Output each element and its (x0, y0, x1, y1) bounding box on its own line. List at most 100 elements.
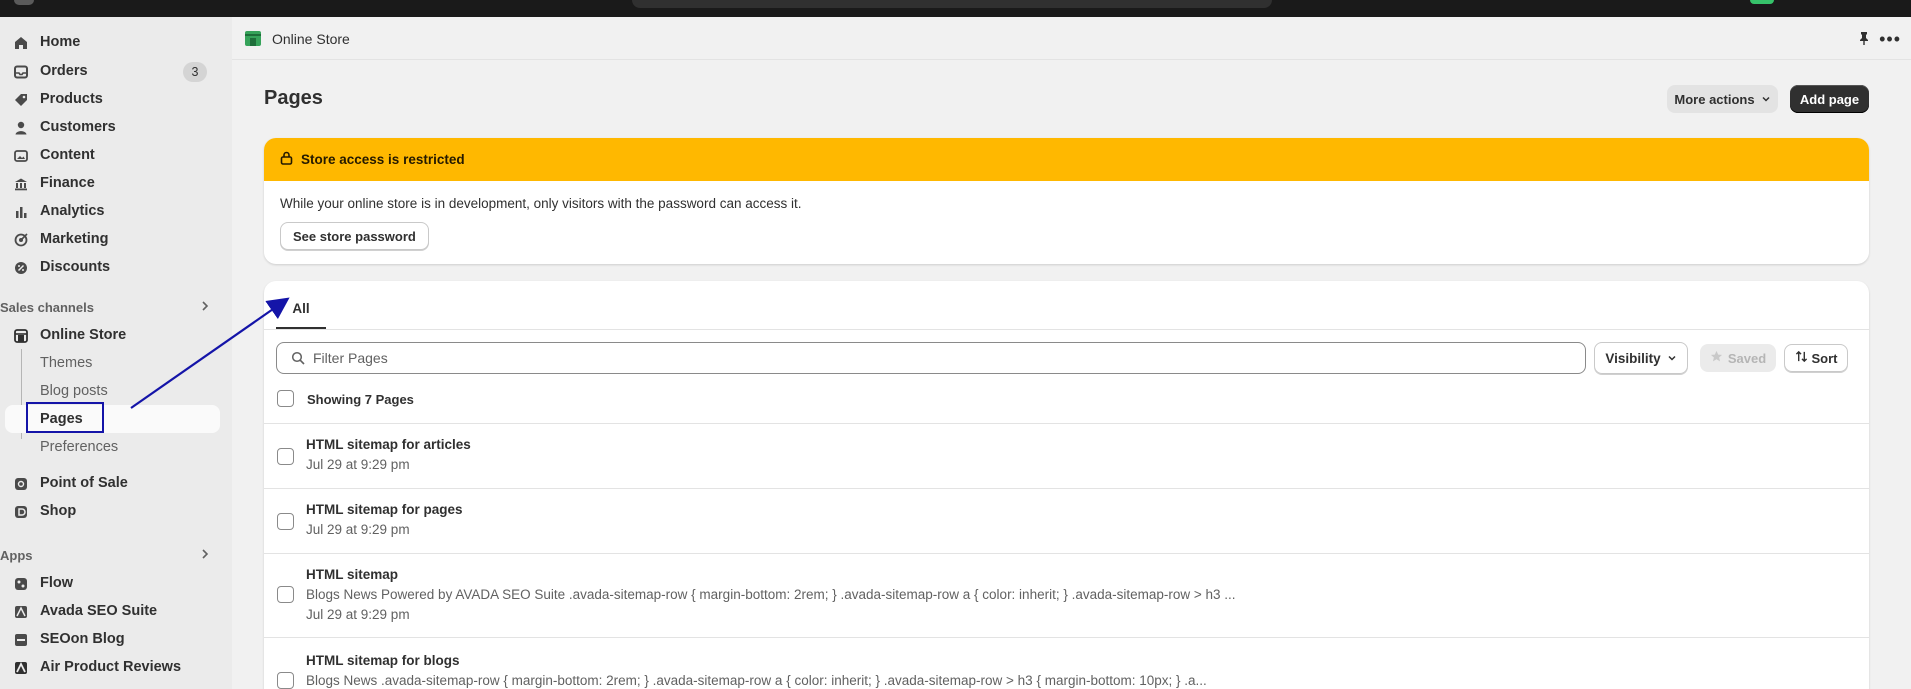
sidebar-item-label: Flow (40, 575, 74, 591)
online-store-icon (244, 29, 262, 50)
saved-button[interactable]: Saved (1700, 344, 1776, 372)
divider (264, 329, 1869, 330)
sidebar-item-customers[interactable]: Customers (0, 113, 222, 141)
sidebar-item-label: Point of Sale (40, 475, 128, 491)
tag-icon (13, 92, 29, 108)
pos-icon (13, 476, 29, 492)
orders-count-badge: 3 (183, 62, 207, 82)
divider (264, 488, 1869, 489)
seoon-icon (13, 632, 29, 648)
sales-channels-header[interactable]: Sales channels (0, 295, 222, 319)
filter-placeholder: Filter Pages (313, 350, 388, 366)
page-title-link[interactable]: HTML sitemap for articles (306, 437, 471, 452)
sidebar-item-air-product-reviews[interactable]: Air Product Reviews (0, 653, 222, 681)
search-icon (291, 351, 305, 368)
page-header-bar: Online Store ••• (232, 17, 1911, 60)
image-icon (13, 148, 29, 164)
row-checkbox[interactable] (277, 513, 294, 530)
shop-icon (13, 504, 29, 520)
sort-icon (1795, 350, 1808, 366)
apps-header[interactable]: Apps (0, 543, 222, 567)
sidebar-item-preferences[interactable]: Preferences (0, 433, 222, 461)
sidebar-item-label: Home (40, 34, 81, 50)
sidebar-item-label: Finance (40, 175, 95, 191)
pin-icon[interactable] (1857, 31, 1871, 48)
sidebar-item-label: Blog posts (40, 383, 108, 399)
more-menu-icon[interactable]: ••• (1879, 29, 1901, 50)
top-bar (0, 0, 1911, 17)
sidebar-item-orders[interactable]: Orders 3 (0, 57, 222, 85)
store-avatar[interactable] (1750, 0, 1774, 4)
button-label: More actions (1674, 91, 1755, 107)
sidebar-item-shop[interactable]: Shop (0, 497, 222, 525)
sidebar-item-themes[interactable]: Themes (0, 349, 222, 377)
button-label: Sort (1811, 350, 1838, 366)
banner-header: Store access is restricted (264, 138, 1869, 181)
sidebar: Home Orders 3 Products Customers Content… (0, 17, 232, 689)
bank-icon (13, 176, 29, 192)
page-title-link[interactable]: HTML sitemap (306, 567, 398, 582)
section-label: Apps (0, 547, 33, 563)
home-icon (13, 35, 29, 51)
page-title-link[interactable]: HTML sitemap for pages (306, 502, 463, 517)
button-label: Saved (1727, 350, 1767, 366)
button-label: Visibility (1605, 350, 1661, 366)
global-search-bar[interactable] (632, 0, 1272, 8)
page-title: Pages (264, 87, 323, 109)
sidebar-item-seoon-blog[interactable]: SEOon Blog (0, 625, 222, 653)
sidebar-item-flow[interactable]: Flow (0, 569, 222, 597)
sidebar-item-label: Content (40, 147, 95, 163)
sidebar-item-label: Customers (40, 119, 116, 135)
divider (264, 637, 1869, 638)
sidebar-item-label: Products (40, 91, 103, 107)
sidebar-item-label: Preferences (40, 439, 119, 455)
sidebar-item-label: Air Product Reviews (40, 659, 182, 675)
bar-chart-icon (13, 204, 29, 220)
shopify-logo-icon[interactable] (14, 0, 34, 5)
sidebar-item-label: Themes (40, 355, 93, 371)
page-excerpt: Blogs News Powered by AVADA SEO Suite .a… (306, 587, 1236, 602)
chevron-down-icon (1761, 92, 1771, 107)
row-checkbox[interactable] (277, 586, 294, 603)
page-date: Jul 29 at 9:29 pm (306, 607, 410, 622)
divider (264, 553, 1869, 554)
sidebar-item-blog-posts[interactable]: Blog posts (0, 377, 222, 405)
sidebar-item-marketing[interactable]: Marketing (0, 225, 222, 253)
annotation-highlight-box (26, 402, 104, 433)
sidebar-item-analytics[interactable]: Analytics (0, 197, 222, 225)
tab-all[interactable]: All (276, 289, 326, 329)
filter-pages-input[interactable]: Filter Pages (276, 342, 1586, 374)
page-date: Jul 29 at 9:29 pm (306, 457, 410, 472)
lock-icon (280, 151, 293, 168)
add-page-button[interactable]: Add page (1790, 85, 1869, 113)
showing-count: Showing 7 Pages (307, 392, 414, 407)
page-title-link[interactable]: HTML sitemap for blogs (306, 653, 460, 668)
flow-icon (13, 576, 29, 592)
breadcrumb-online-store[interactable]: Online Store (272, 31, 350, 47)
sidebar-item-point-of-sale[interactable]: Point of Sale (0, 469, 222, 497)
chevron-down-icon (1667, 351, 1677, 366)
page-date: Jul 29 at 9:29 pm (306, 522, 410, 537)
sidebar-item-label: Shop (40, 503, 77, 519)
see-store-password-button[interactable]: See store password (280, 222, 429, 250)
sidebar-item-discounts[interactable]: Discounts (0, 253, 222, 281)
sidebar-item-label: Discounts (40, 259, 111, 275)
sidebar-item-label: Orders (40, 63, 88, 79)
pages-list-card: All Filter Pages Visibility Saved Sort S… (264, 281, 1869, 689)
sidebar-item-products[interactable]: Products (0, 85, 222, 113)
sidebar-item-online-store[interactable]: Online Store (0, 321, 222, 349)
row-checkbox[interactable] (277, 672, 294, 689)
sidebar-item-label: Avada SEO Suite (40, 603, 158, 619)
select-all-checkbox[interactable] (277, 390, 294, 407)
star-icon (1710, 350, 1723, 366)
sort-button[interactable]: Sort (1784, 344, 1848, 372)
sidebar-item-home[interactable]: Home (0, 28, 222, 56)
more-actions-button[interactable]: More actions (1667, 85, 1778, 113)
page-excerpt: Blogs News .avada-sitemap-row { margin-b… (306, 673, 1207, 688)
banner-message: While your online store is in developmen… (280, 196, 802, 211)
sidebar-item-content[interactable]: Content (0, 141, 222, 169)
visibility-filter-button[interactable]: Visibility (1594, 342, 1688, 374)
sidebar-item-avada-seo-suite[interactable]: Avada SEO Suite (0, 597, 222, 625)
row-checkbox[interactable] (277, 448, 294, 465)
sidebar-item-finance[interactable]: Finance (0, 169, 222, 197)
